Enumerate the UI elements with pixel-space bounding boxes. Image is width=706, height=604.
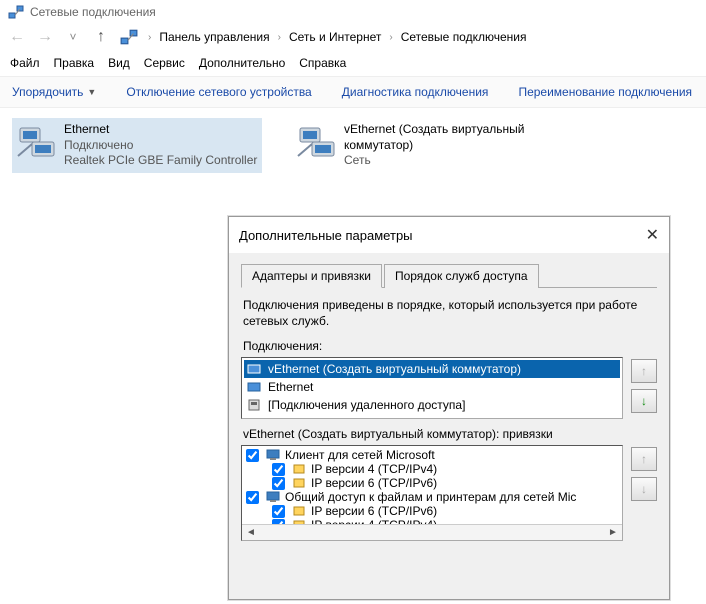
binding-item[interactable]: IP версии 6 (TCP/IPv6)	[244, 476, 620, 490]
binding-item[interactable]: Клиент для сетей Microsoft	[244, 448, 620, 462]
binding-item[interactable]: IP версии 6 (TCP/IPv6)	[244, 504, 620, 518]
adapter-icon	[246, 361, 262, 377]
menu-view[interactable]: Вид	[108, 56, 130, 70]
list-item[interactable]: Ethernet	[244, 378, 620, 396]
move-down-button[interactable]: ↓	[631, 389, 657, 413]
client-icon	[265, 448, 281, 462]
adapter-icon	[246, 379, 262, 395]
bindings-label: vEthernet (Создать виртуальный коммутато…	[243, 427, 655, 441]
binding-label: Клиент для сетей Microsoft	[285, 448, 435, 462]
menu-edit[interactable]: Правка	[54, 56, 95, 70]
connection-status: Подключено	[64, 138, 257, 154]
menu-advanced[interactable]: Дополнительно	[199, 56, 285, 70]
binding-checkbox[interactable]	[272, 505, 285, 518]
list-item-label: [Подключения удаленного доступа]	[268, 398, 465, 412]
binding-label: IP версии 6 (TCP/IPv6)	[311, 504, 437, 518]
horizontal-scrollbar[interactable]: ◄ ►	[242, 524, 622, 540]
list-item-label: vEthernet (Создать виртуальный коммутато…	[268, 362, 521, 376]
tab-provider-order[interactable]: Порядок служб доступа	[384, 264, 539, 288]
ethernet-adapter-icon	[16, 122, 56, 162]
chevron-right-icon: ›	[389, 32, 392, 43]
disable-device-button[interactable]: Отключение сетевого устройства	[126, 85, 311, 99]
forward-button[interactable]: →	[36, 28, 54, 46]
network-icon	[8, 4, 24, 20]
organize-button[interactable]: Упорядочить ▼	[12, 85, 96, 99]
back-button[interactable]: ←	[8, 28, 26, 46]
binding-label: IP версии 4 (TCP/IPv4)	[311, 462, 437, 476]
breadcrumb-item[interactable]: Сеть и Интернет	[289, 30, 381, 44]
menu-tools[interactable]: Сервис	[144, 56, 185, 70]
protocol-icon	[291, 462, 307, 476]
connections-label: Подключения:	[243, 339, 655, 353]
chevron-right-icon: ›	[278, 32, 281, 43]
connection-status: Сеть	[344, 153, 538, 169]
navigation-bar: ← → ˅ ↑ › Панель управления › Сеть и Инт…	[0, 24, 706, 50]
window-titlebar: Сетевые подключения	[0, 0, 706, 24]
connection-name: Ethernet	[64, 122, 257, 138]
scroll-right-button[interactable]: ►	[606, 527, 620, 538]
close-button[interactable]: ✕	[646, 225, 659, 245]
recent-dropdown[interactable]: ˅	[64, 30, 82, 44]
list-item[interactable]: vEthernet (Создать виртуальный коммутато…	[244, 360, 620, 378]
scroll-left-button[interactable]: ◄	[244, 527, 258, 538]
menu-file[interactable]: Файл	[10, 56, 40, 70]
list-item-label: Ethernet	[268, 380, 313, 394]
ethernet-adapter-icon	[296, 122, 336, 162]
binding-label: IP версии 6 (TCP/IPv6)	[311, 476, 437, 490]
list-item[interactable]: [Подключения удаленного доступа]	[244, 396, 620, 414]
breadcrumb[interactable]: › Панель управления › Сеть и Интернет › …	[148, 30, 526, 44]
binding-item[interactable]: IP версии 4 (TCP/IPv4)	[244, 462, 620, 476]
rename-button[interactable]: Переименование подключения	[518, 85, 692, 99]
binding-label: Общий доступ к файлам и принтерам для се…	[285, 490, 576, 504]
dialog-title: Дополнительные параметры	[239, 228, 413, 243]
connection-detail: Realtek PCIe GBE Family Controller	[64, 153, 257, 169]
binding-checkbox[interactable]	[246, 449, 259, 462]
binding-item[interactable]: Общий доступ к файлам и принтерам для се…	[244, 490, 620, 504]
protocol-icon	[291, 476, 307, 490]
connection-list: Ethernet Подключено Realtek PCIe GBE Fam…	[0, 108, 706, 183]
move-down-button[interactable]: ↓	[631, 477, 657, 501]
protocol-icon	[291, 504, 307, 518]
menubar: Файл Правка Вид Сервис Дополнительно Спр…	[0, 50, 706, 76]
move-up-button[interactable]: ↑	[631, 359, 657, 383]
binding-checkbox[interactable]	[246, 491, 259, 504]
breadcrumb-item[interactable]: Панель управления	[159, 30, 269, 44]
connection-item-ethernet[interactable]: Ethernet Подключено Realtek PCIe GBE Fam…	[12, 118, 262, 173]
diagnose-button[interactable]: Диагностика подключения	[342, 85, 489, 99]
network-icon	[120, 28, 138, 46]
menu-help[interactable]: Справка	[299, 56, 346, 70]
advanced-settings-dialog: Дополнительные параметры ✕ Адаптеры и пр…	[228, 216, 670, 600]
bindings-listbox[interactable]: Клиент для сетей MicrosoftIP версии 4 (T…	[241, 445, 623, 541]
dialog-titlebar[interactable]: Дополнительные параметры ✕	[229, 217, 669, 253]
connection-item-vethernet[interactable]: vEthernet (Создать виртуальный коммутато…	[292, 118, 542, 173]
client-icon	[265, 490, 281, 504]
dialog-description: Подключения приведены в порядке, который…	[243, 298, 655, 329]
tab-adapters[interactable]: Адаптеры и привязки	[241, 264, 382, 288]
move-up-button[interactable]: ↑	[631, 447, 657, 471]
organize-label: Упорядочить	[12, 85, 83, 99]
binding-checkbox[interactable]	[272, 477, 285, 490]
chevron-down-icon: ▼	[87, 87, 96, 97]
connections-listbox[interactable]: vEthernet (Создать виртуальный коммутато…	[241, 357, 623, 419]
tab-strip: Адаптеры и привязки Порядок служб доступ…	[241, 263, 657, 288]
binding-checkbox[interactable]	[272, 463, 285, 476]
dialup-icon	[246, 397, 262, 413]
up-button[interactable]: ↑	[92, 28, 110, 46]
window-title: Сетевые подключения	[30, 5, 156, 19]
connection-name: vEthernet (Создать виртуальный коммутато…	[344, 122, 538, 153]
toolbar: Упорядочить ▼ Отключение сетевого устрой…	[0, 76, 706, 108]
breadcrumb-item[interactable]: Сетевые подключения	[401, 30, 527, 44]
chevron-right-icon: ›	[148, 32, 151, 43]
